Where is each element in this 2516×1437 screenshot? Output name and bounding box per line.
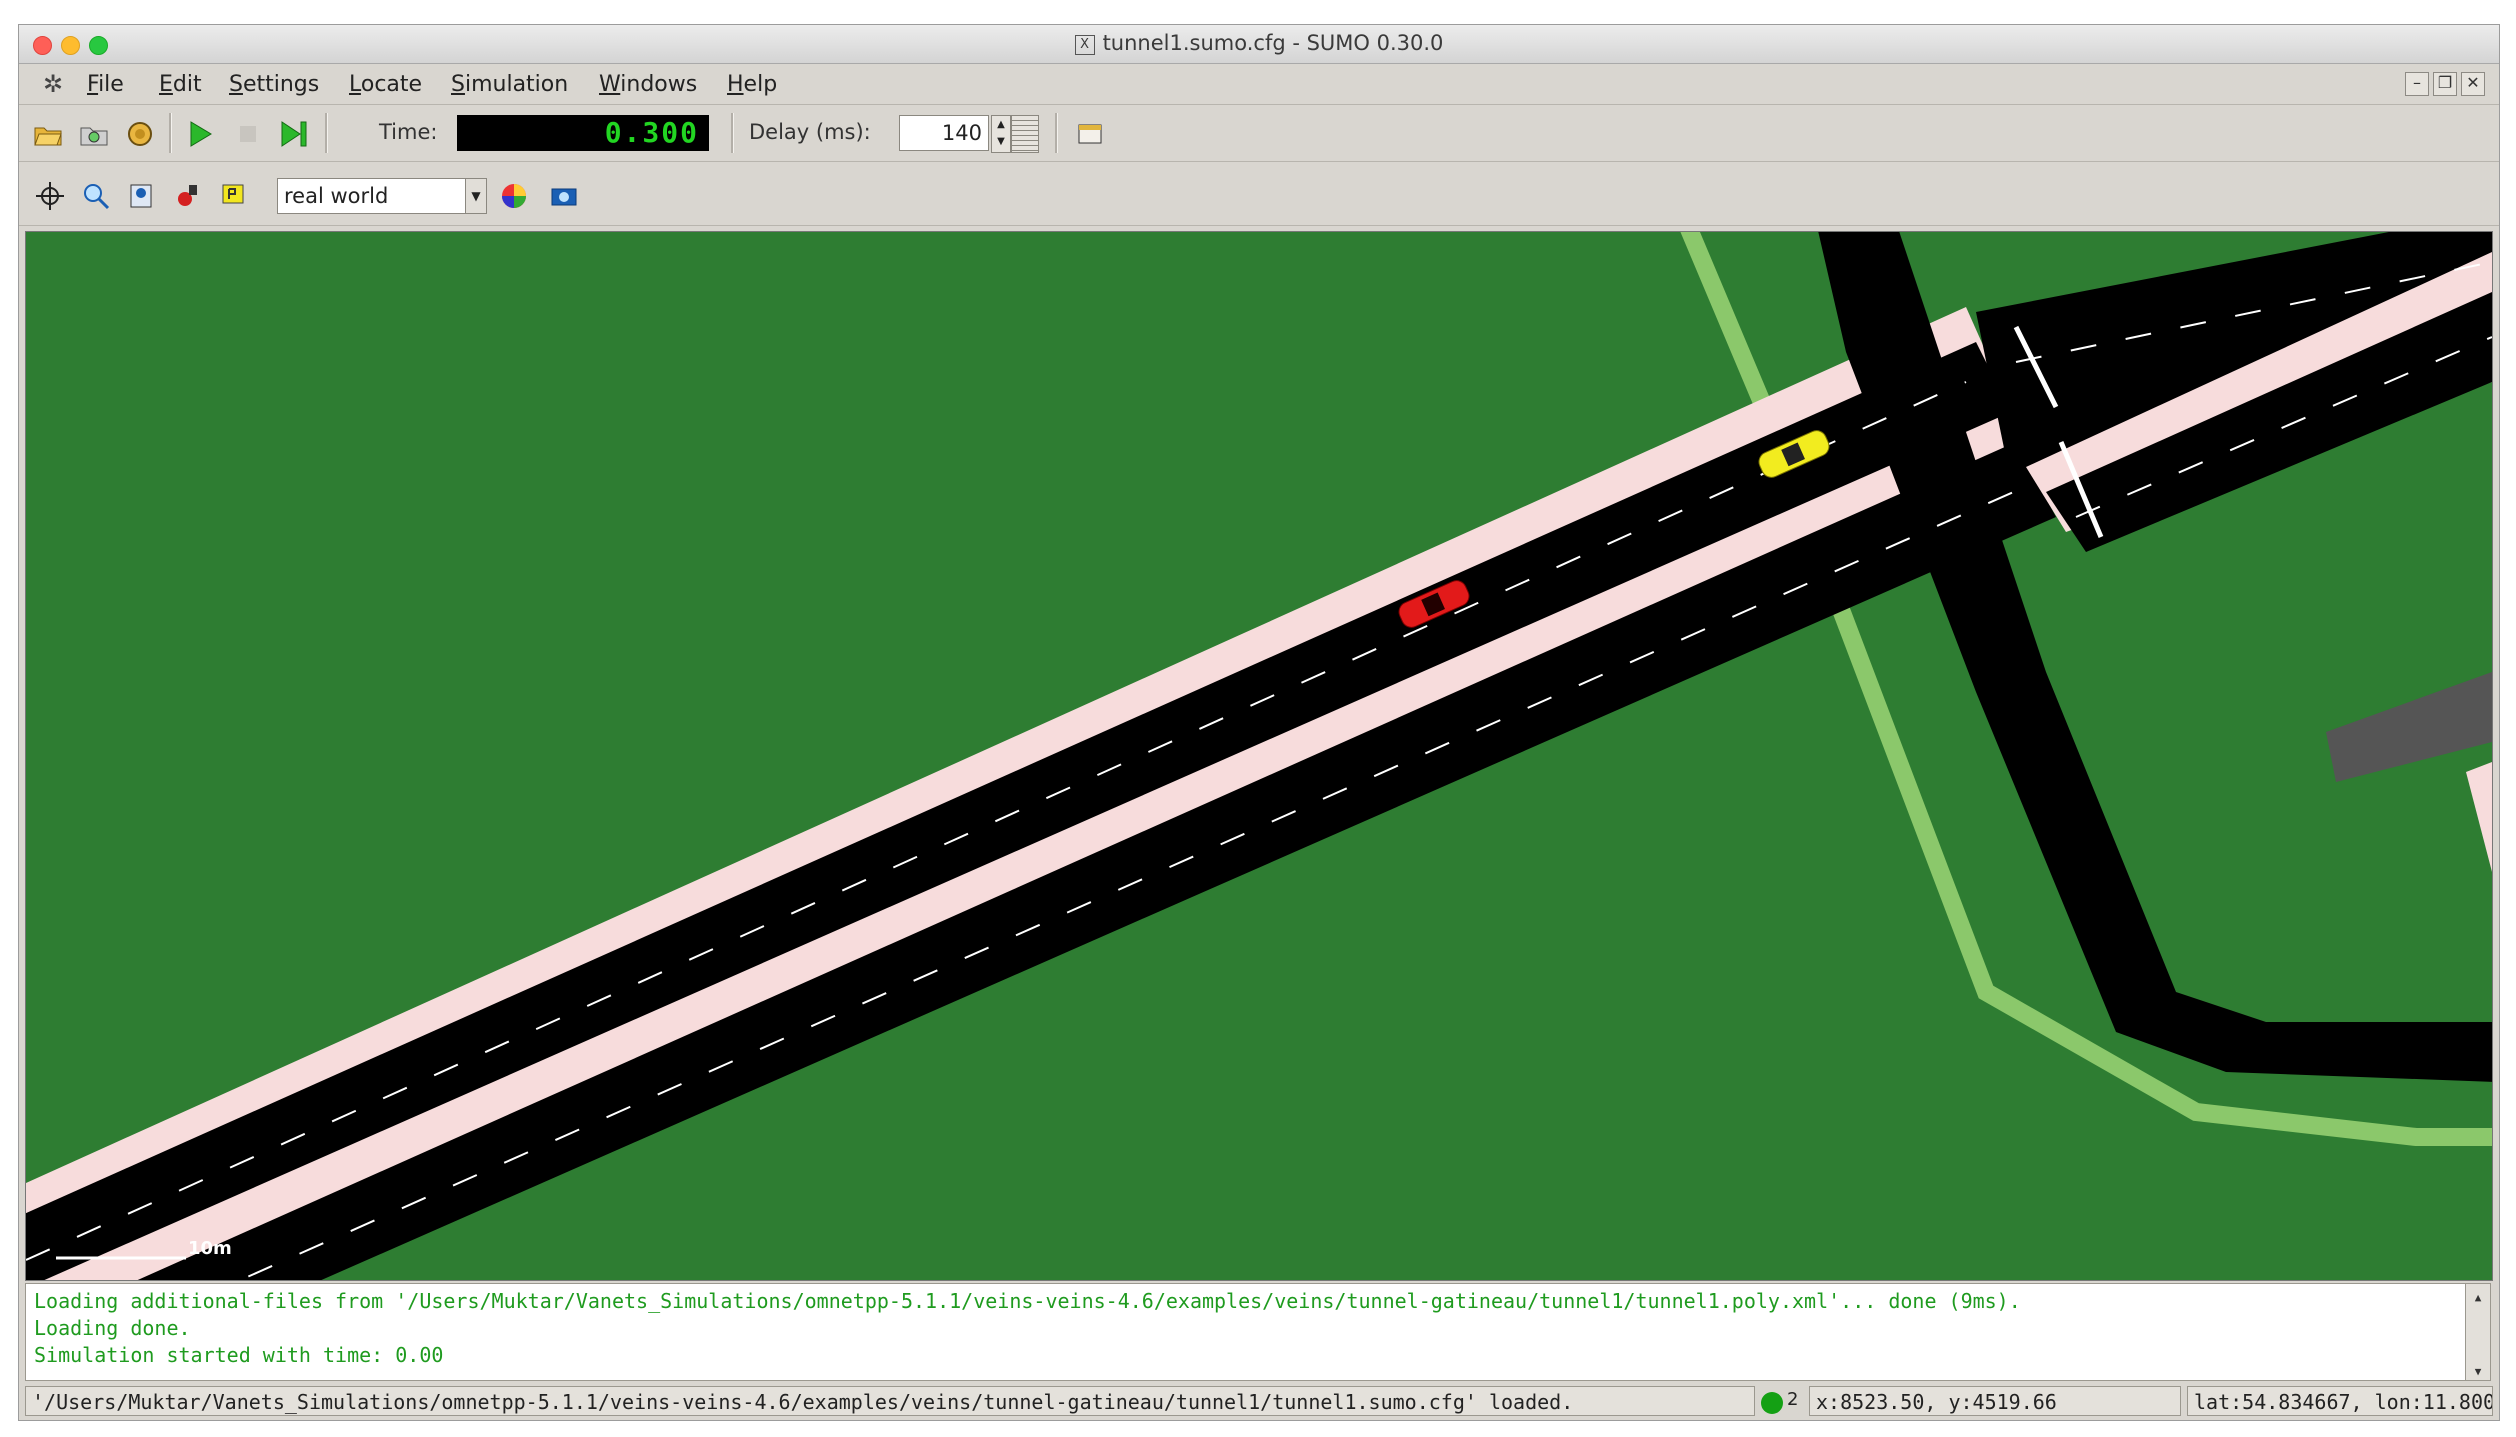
menu-bar: ✲ File Edit Settings Locate Simulation W… [19,64,2499,105]
show-tracker-button[interactable] [169,177,207,215]
scroll-down-icon[interactable]: ▼ [2466,1358,2490,1378]
time-display: 0.300 [457,115,709,151]
message-line: Loading done. [34,1316,191,1340]
side-road-shape [2326,672,2492,782]
delay-spinner[interactable]: ▲ ▼ [991,115,1011,153]
message-window: Loading additional-files from '/Users/Mu… [25,1283,2491,1381]
message-line: Loading additional-files from '/Users/Mu… [34,1289,2021,1313]
reload-button[interactable] [121,115,159,153]
window-title-text: tunnel1.sumo.cfg - SUMO 0.30.0 [1102,31,1444,55]
sumo-app-icon[interactable]: ✲ [39,70,67,98]
spin-up-icon[interactable]: ▲ [992,116,1010,133]
cursor-position-xy: x:8523.50, y:4519.66 [1809,1386,2181,1416]
toolbar-separator [731,113,734,153]
viewport-icon [130,184,152,208]
reload-icon [128,122,152,146]
mdi-restore-button[interactable]: ❐ [2433,72,2457,96]
open-network-button[interactable] [75,115,113,153]
sidewalk-corner-shape [2466,762,2492,872]
menu-settings[interactable]: Settings [229,72,319,97]
delay-dial[interactable] [1011,115,1039,153]
recenter-icon [36,182,64,210]
open-network-icon [80,127,108,146]
mdi-close-button[interactable]: ✕ [2461,72,2485,96]
title-bar[interactable]: Xtunnel1.sumo.cfg - SUMO 0.30.0 [19,25,2499,64]
cursor-position-geo: lat:54.834667, lon:11.800 [2187,1386,2493,1416]
status-message: '/Users/Muktar/Vanets_Simulations/omnetp… [25,1386,1755,1416]
spin-down-icon[interactable]: ▼ [992,133,1010,150]
vehicle-count-icon [1761,1392,1783,1414]
time-label: Time: [379,120,438,144]
new-view-icon [1078,124,1102,144]
toolbar-separator [1055,113,1058,153]
new-view-button[interactable] [1071,115,1109,153]
chevron-down-icon[interactable]: ▼ [465,179,486,213]
network-canvas [26,232,2492,1280]
message-scrollbar[interactable]: ▲ ▼ [2465,1284,2490,1380]
open-simulation-button[interactable] [29,115,67,153]
delay-label: Delay (ms): [749,120,871,144]
edit-viewport-button[interactable] [123,177,161,215]
toolbar-separator [169,113,172,153]
menu-simulation[interactable]: Simulation [451,72,568,97]
run-button[interactable] [181,115,219,153]
stop-button[interactable] [229,115,267,153]
color-scheme-value: real world [284,184,389,208]
menu-file[interactable]: File [87,72,124,97]
window-title: Xtunnel1.sumo.cfg - SUMO 0.30.0 [19,31,2499,55]
color-wheel-icon [502,184,526,208]
mdi-minimize-button[interactable]: – [2405,72,2429,96]
network-map-view[interactable]: 10m [25,231,2493,1281]
toolbar-separator [325,113,328,153]
color-scheme-select[interactable]: real world ▼ [277,178,487,214]
play-icon [190,121,212,147]
vehicle-count: 2 [1787,1389,1799,1410]
status-bar: '/Users/Muktar/Vanets_Simulations/omnetp… [19,1383,2499,1420]
message-line: Simulation started with time: 0.00 [34,1343,444,1367]
scale-label: 10m [188,1238,232,1259]
menu-locate[interactable]: Locate [349,72,422,97]
magnifier-icon [84,184,110,210]
flag-icon [222,184,244,204]
camera-icon [551,188,577,206]
open-folder-icon [34,127,62,146]
menu-edit[interactable]: Edit [159,72,202,97]
screenshot-button[interactable] [545,177,583,215]
stop-icon [240,126,256,142]
color-settings-button[interactable] [495,177,533,215]
menu-help[interactable]: Help [727,72,777,97]
view-toolbar: real world ▼ [19,165,2499,226]
edit-visualization-button[interactable] [215,177,253,215]
menu-windows[interactable]: Windows [599,72,697,97]
step-button[interactable] [275,115,313,153]
locate-junction-button[interactable] [77,177,115,215]
recenter-view-button[interactable] [31,177,69,215]
tracker-icon [178,185,197,206]
step-icon [281,121,307,147]
simulation-toolbar: Time: 0.300 Delay (ms): 140 ▲ ▼ [19,105,2499,162]
x11-icon: X [1074,35,1095,55]
scroll-up-icon[interactable]: ▲ [2466,1284,2490,1304]
delay-input[interactable]: 140 [899,115,989,151]
sumo-window: Xtunnel1.sumo.cfg - SUMO 0.30.0 ✲ File E… [18,24,2500,1421]
